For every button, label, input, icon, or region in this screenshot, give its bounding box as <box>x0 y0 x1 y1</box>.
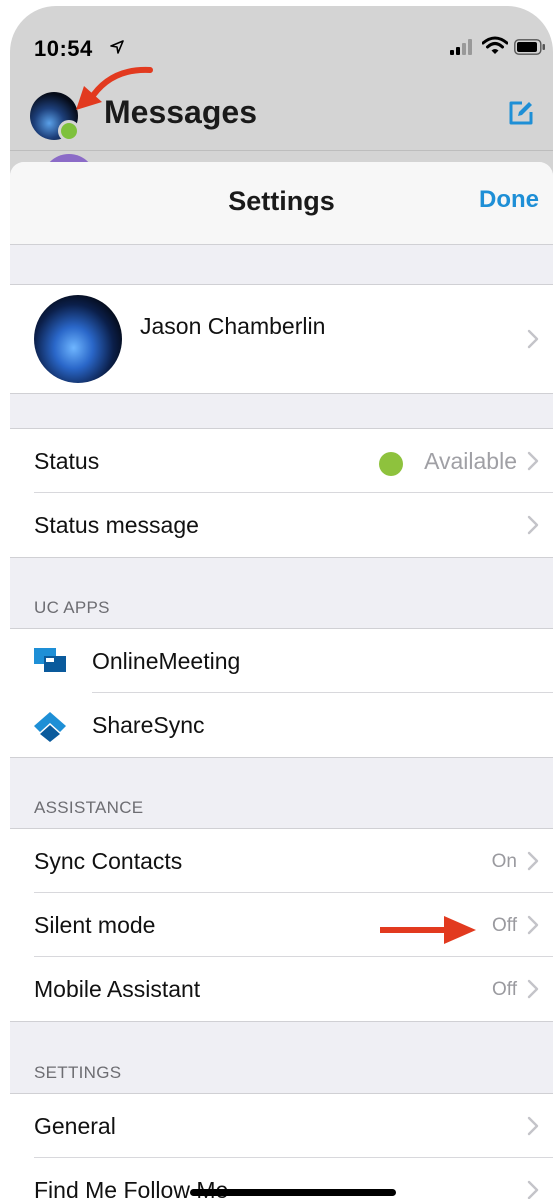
settings-nav-bar: Settings Done <box>10 162 553 245</box>
app-row-sharesync[interactable]: ShareSync <box>10 693 553 757</box>
silent-mode-label: Silent mode <box>34 912 156 938</box>
mobile-assistant-row[interactable]: Mobile Assistant Off <box>10 957 553 1021</box>
silent-mode-value: Off <box>492 915 517 936</box>
phone-screen: 10:54 Messages Settings Done Jason Chamb… <box>10 6 553 1199</box>
online-meeting-icon <box>32 646 68 681</box>
status-label: Status <box>34 448 100 474</box>
chevron-right-icon <box>527 915 539 940</box>
done-button[interactable]: Done <box>479 186 539 214</box>
app-label: OnlineMeeting <box>92 648 241 674</box>
settings-group: General Find Me Follow Me <box>10 1093 553 1199</box>
battery-icon <box>514 39 546 60</box>
annotation-arrow-icon <box>380 912 480 953</box>
section-header-assistance: ASSISTANCE <box>34 798 144 817</box>
mobile-assistant-value: Off <box>492 979 517 1000</box>
chevron-right-icon <box>527 1116 539 1141</box>
compose-icon[interactable] <box>508 100 534 131</box>
wifi-icon <box>481 36 509 61</box>
status-message-label: Status message <box>34 512 199 538</box>
status-group: Status Available Status message <box>10 428 553 558</box>
app-row-onlinemeeting[interactable]: OnlineMeeting <box>10 629 553 693</box>
status-time: 10:54 <box>34 36 93 61</box>
chevron-right-icon <box>527 851 539 876</box>
profile-avatar <box>34 295 122 383</box>
sync-contacts-row[interactable]: Sync Contacts On <box>10 829 553 893</box>
page-title: Messages <box>104 94 257 130</box>
status-row[interactable]: Status Available <box>10 429 553 493</box>
chevron-right-icon <box>527 1180 539 1199</box>
settings-title: Settings <box>228 186 335 216</box>
general-label: General <box>34 1113 116 1139</box>
mobile-assistant-label: Mobile Assistant <box>34 976 201 1002</box>
chevron-right-icon <box>527 979 539 1004</box>
profile-row[interactable]: Jason Chamberlin <box>10 285 553 393</box>
home-indicator[interactable] <box>190 1189 396 1196</box>
settings-sheet: Settings Done Jason Chamberlin Status Av… <box>10 162 553 1199</box>
header-divider <box>10 150 553 151</box>
status-value: Available <box>424 448 517 474</box>
section-header-uc-apps: UC APPS <box>34 598 110 617</box>
chevron-right-icon <box>527 451 539 476</box>
general-row[interactable]: General <box>10 1094 553 1158</box>
chevron-right-icon <box>527 329 539 354</box>
sync-contacts-value: On <box>491 851 517 872</box>
cellular-signal-icon <box>450 39 474 60</box>
status-available-dot <box>379 452 403 476</box>
uc-apps-group: OnlineMeeting ShareSync <box>10 628 553 758</box>
location-arrow-icon <box>110 40 124 59</box>
sync-contacts-label: Sync Contacts <box>34 848 183 874</box>
profile-name: Jason Chamberlin <box>140 313 326 339</box>
chevron-right-icon <box>527 515 539 540</box>
app-label: ShareSync <box>92 712 205 738</box>
status-message-row[interactable]: Status message <box>10 493 553 557</box>
profile-group: Jason Chamberlin <box>10 284 553 394</box>
sharesync-icon <box>32 710 68 747</box>
section-header-settings: SETTINGS <box>34 1063 122 1082</box>
